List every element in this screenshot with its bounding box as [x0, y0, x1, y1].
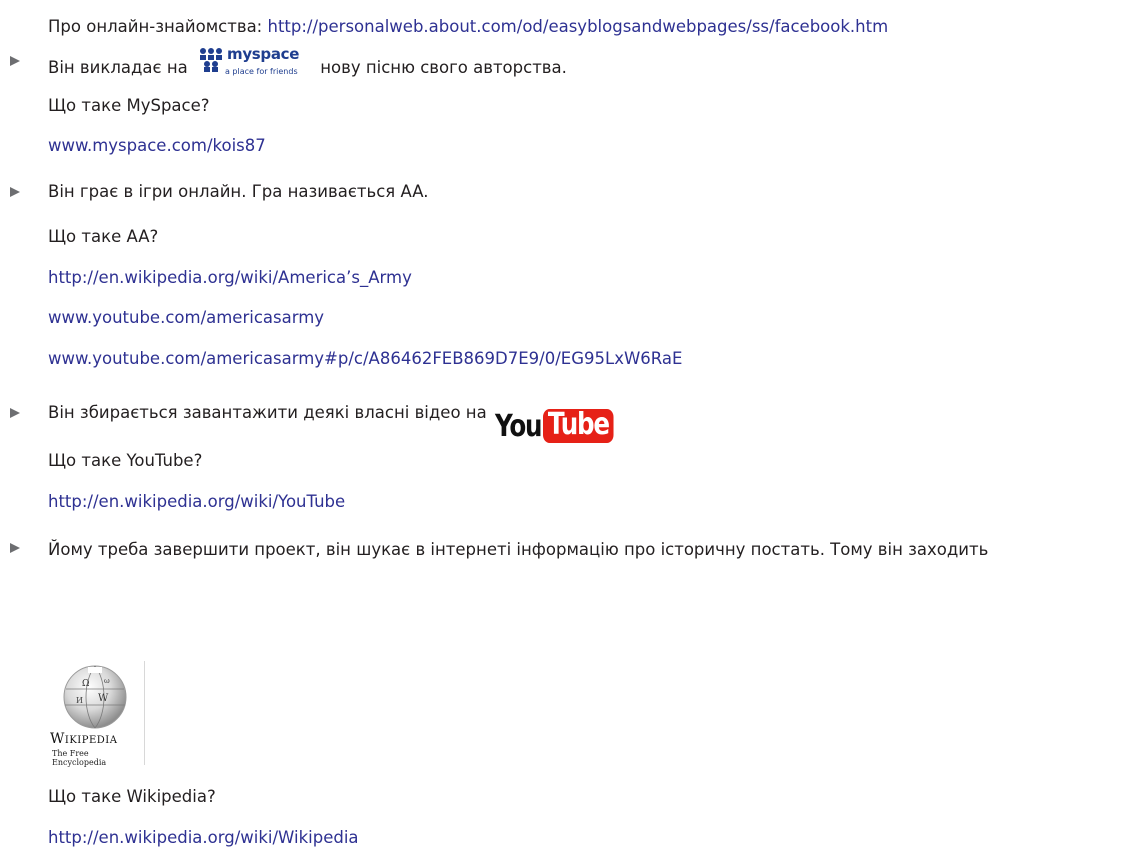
youtube-link[interactable]: http://en.wikipedia.org/wiki/YouTube	[48, 492, 345, 512]
bullet-icon	[9, 403, 21, 423]
wiki-link-text[interactable]: http://en.wikipedia.org/wiki/Wikipedia	[48, 828, 359, 847]
dating-line: Про онлайн-знайомства: http://personalwe…	[48, 17, 888, 37]
aa-link-1-text[interactable]: http://en.wikipedia.org/wiki/America’s_A…	[48, 268, 412, 287]
wiki-link[interactable]: http://en.wikipedia.org/wiki/Wikipedia	[48, 828, 359, 848]
youtube-you-text: You	[494, 409, 543, 444]
dating-label: Про онлайн-знайомства:	[48, 17, 268, 36]
myspace-logo-icon: myspace a place for friends	[197, 45, 309, 77]
document-page: Про онлайн-знайомства: http://personalwe…	[0, 0, 1142, 859]
wikipedia-wordmark: Wikipedia	[50, 731, 118, 747]
youtube-question: Що таке YouTube?	[48, 451, 203, 470]
bullet-icon	[9, 182, 21, 202]
svg-text:Ω: Ω	[82, 679, 89, 689]
aa-link-3-text[interactable]: www.youtube.com/americasarmy#p/c/A86462F…	[48, 349, 682, 368]
myspace-question: Що таке MySpace?	[48, 96, 210, 115]
myspace-before: Він викладає на	[48, 58, 193, 77]
youtube-logo-icon: You Tube	[494, 409, 630, 444]
bullet-icon	[9, 538, 21, 558]
svg-text:W: W	[98, 693, 109, 704]
youtube-tube-text: Tube	[543, 409, 614, 443]
games-line: Він грає в ігри онлайн. Гра називається …	[48, 182, 429, 201]
svg-text:И: И	[76, 696, 83, 705]
youtube-text: Він збирається завантажити деякі власні …	[48, 403, 487, 422]
svg-text:ω: ω	[104, 677, 110, 685]
myspace-line: Він викладає на myspace a place for frie…	[48, 45, 567, 78]
aa-link-2-text[interactable]: www.youtube.com/americasarmy	[48, 308, 324, 327]
games-question: Що таке AA?	[48, 227, 159, 246]
myspace-wordmark: myspace	[226, 45, 300, 63]
myspace-after: нову пісню свого авторства.	[314, 58, 567, 77]
wikipedia-logo-icon: Ω W И ω Wikipedia The Free Encyclopedia	[48, 661, 145, 767]
wikipedia-tagline: The Free Encyclopedia	[52, 749, 107, 767]
wiki-question: Що таке Wikipedia?	[48, 787, 216, 806]
myspace-tagline: a place for friends	[224, 67, 298, 76]
aa-link-2[interactable]: www.youtube.com/americasarmy	[48, 308, 324, 328]
aa-link-3[interactable]: www.youtube.com/americasarmy#p/c/A86462F…	[48, 349, 682, 369]
myspace-link-text[interactable]: www.myspace.com/kois87	[48, 136, 266, 155]
youtube-line: Він збирається завантажити деякі власні …	[48, 403, 629, 443]
bullet-icon	[9, 51, 21, 71]
aa-link-1[interactable]: http://en.wikipedia.org/wiki/America’s_A…	[48, 268, 412, 288]
dating-link[interactable]: http://personalweb.about.com/od/easyblog…	[268, 17, 889, 36]
youtube-link-text[interactable]: http://en.wikipedia.org/wiki/YouTube	[48, 492, 345, 511]
wiki-line: Йому треба завершити проект, він шукає в…	[48, 540, 989, 559]
myspace-link[interactable]: www.myspace.com/kois87	[48, 136, 266, 156]
